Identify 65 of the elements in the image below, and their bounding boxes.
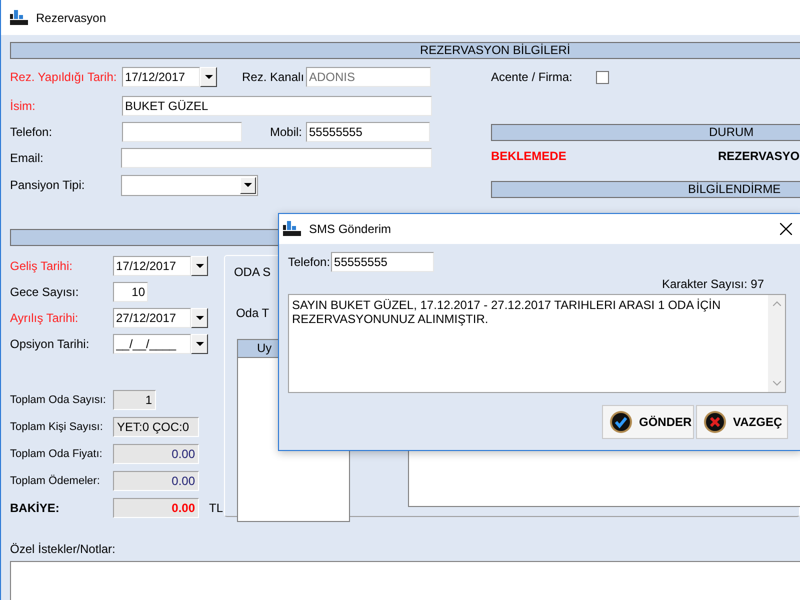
character-count: Karakter Sayısı: 97: [662, 276, 764, 293]
caret-icon: [196, 316, 204, 320]
date-field[interactable]: 27/12/2017: [113, 308, 191, 328]
field-label: Gece Sayısı:: [10, 284, 80, 301]
status-text: BEKLEMEDE: [491, 148, 568, 165]
dropdown-button[interactable]: [200, 67, 217, 87]
panel-title: ODA S: [234, 264, 271, 281]
number-field[interactable]: 10: [113, 282, 148, 302]
section-header: REZERVASYON BİLGİLERİ: [10, 42, 800, 59]
checkbox[interactable]: [596, 70, 609, 84]
field-label: BAKİYE:: [10, 500, 60, 517]
caret-icon: [196, 264, 204, 268]
field-label: Opsiyon Tarihi:: [10, 336, 90, 353]
message-field[interactable]: SAYIN BUKET GÜZEL, 17.12.2017 - 27.12.2017 TARIHLERI ARASI 1 ODA İÇİN REZERVASYONUNUZ ALINMIŞTIR.: [288, 294, 786, 393]
field-label: Geliş Tarihi:: [10, 258, 74, 275]
check-icon: [609, 410, 633, 434]
status-type: REZERVASYO: [718, 148, 800, 165]
mobile-field[interactable]: 55555555: [306, 122, 430, 142]
field-label: Rez. Kanalı: [242, 69, 306, 86]
caret-icon: [244, 183, 252, 187]
balance-value: 0.00: [113, 498, 199, 518]
section-header: BİLGİLENDİRME: [491, 181, 800, 198]
total-value: 0.00: [113, 471, 199, 491]
field-label: Toplam Oda Sayısı:: [10, 392, 107, 408]
field-label: Toplam Kişi Sayısı:: [10, 420, 104, 435]
dropdown-button[interactable]: [191, 334, 208, 354]
send-button[interactable]: GÖNDER: [602, 405, 694, 439]
date-field[interactable]: 17/12/2017: [113, 256, 191, 276]
total-value: 0.00: [113, 444, 199, 464]
section-header: DURUM: [491, 124, 800, 141]
field-label: Toplam Ödemeler:: [10, 474, 101, 489]
caret-icon: [196, 342, 204, 346]
field-label: Oda T: [236, 305, 270, 322]
cross-icon: [703, 410, 727, 434]
cancel-button[interactable]: VAZGEÇ: [696, 405, 788, 439]
dialog-title: SMS Gönderim: [309, 221, 392, 238]
date-field[interactable]: __/__/____: [113, 334, 191, 354]
field-label: Telefon:: [288, 254, 330, 271]
field-label: Telefon:: [10, 124, 54, 141]
phone-field[interactable]: [122, 122, 242, 142]
close-icon: [780, 223, 792, 235]
field-label: Rez. Yapıldığı Tarih:: [10, 69, 118, 86]
field-label: Mobil:: [270, 124, 304, 141]
dropdown-button[interactable]: [191, 308, 208, 328]
total-value: YET:0 ÇOC:0: [113, 417, 199, 437]
field-label: Email:: [10, 150, 44, 167]
name-field[interactable]: BUKET GÜZEL: [122, 96, 432, 116]
dropdown-button[interactable]: [191, 256, 208, 276]
caret-icon: [204, 75, 212, 79]
field-label: Ayrılış Tarihi:: [10, 310, 80, 327]
total-value: 1: [113, 390, 156, 410]
email-field[interactable]: [121, 148, 432, 168]
scrollbar[interactable]: [768, 295, 785, 392]
app-icon: [10, 10, 28, 26]
currency-label: TL: [209, 500, 224, 517]
field-label: Pansiyon Tipi:: [10, 177, 86, 194]
notes-label: Özel İstekler/Notlar:: [10, 541, 116, 558]
field-label: Toplam Oda Fiyatı:: [10, 446, 104, 462]
app-icon: [283, 221, 301, 237]
phone-field[interactable]: 55555555: [331, 252, 434, 272]
board-dropdown[interactable]: [121, 174, 258, 196]
field-label: İsim:: [10, 98, 36, 115]
field-label: Acente / Firma:: [491, 69, 574, 86]
date-field[interactable]: 17/12/2017: [122, 67, 200, 87]
window-title: Rezervasyon: [36, 10, 106, 26]
